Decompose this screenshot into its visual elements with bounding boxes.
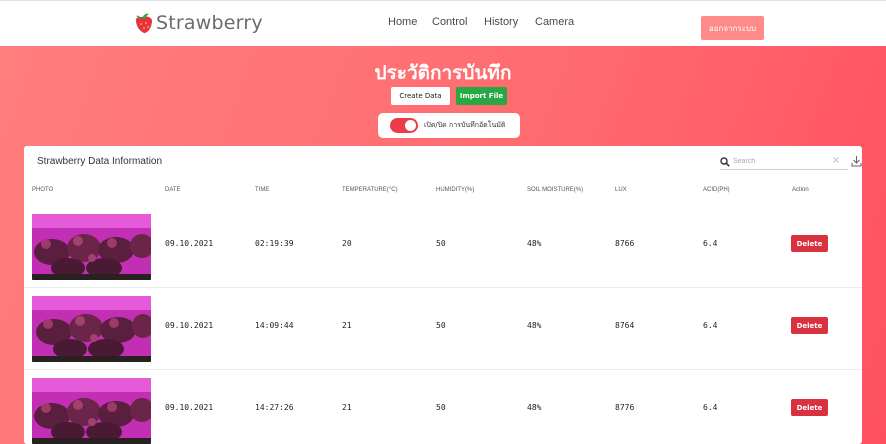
cell-soil-moisture: 48% — [527, 403, 542, 412]
col-header-photo: PHOTO — [32, 187, 54, 193]
cell-lux: 8764 — [615, 321, 635, 330]
cell-lux: 8776 — [615, 403, 635, 412]
import-file-button[interactable]: Import File — [456, 87, 507, 105]
delete-button[interactable]: Delete — [791, 317, 828, 334]
table-row: 09.10.2021 14:09:44 21 50 48% 8764 6.4 D… — [24, 288, 862, 370]
hero-section: ประวัติการบันทึก Create Data Import File… — [0, 46, 886, 444]
strawberry-logo-icon — [136, 13, 152, 33]
data-table-card: Strawberry Data Information × PHOTO DATE… — [24, 146, 862, 444]
cell-acid: 6.4 — [703, 403, 718, 412]
cell-temperature: 21 — [342, 403, 352, 412]
col-header-temperature: TEMPERATURE(°C) — [342, 187, 398, 193]
logout-button[interactable]: ออกจากระบบ — [701, 16, 764, 40]
cell-date: 09.10.2021 — [165, 239, 214, 248]
col-header-acid: ACID(pH) — [703, 187, 730, 193]
col-header-soil-moisture: SOIL MOISTURE(%) — [527, 187, 584, 193]
nav-history[interactable]: History — [484, 16, 518, 28]
cell-time: 14:09:44 — [255, 321, 294, 330]
table-row: 09.10.2021 14:27:26 21 50 48% 8776 6.4 D… — [24, 370, 862, 444]
top-navbar: Strawberry Home Control History Camera อ… — [0, 0, 886, 46]
cell-soil-moisture: 48% — [527, 321, 542, 330]
auto-record-toggle[interactable] — [390, 118, 418, 133]
brand[interactable]: Strawberry — [132, 9, 263, 37]
search-icon — [720, 156, 730, 167]
table-title: Strawberry Data Information — [37, 156, 163, 167]
cell-humidity: 50 — [436, 321, 446, 330]
col-header-date: DATE — [165, 187, 181, 193]
cell-acid: 6.4 — [703, 239, 718, 248]
cell-temperature: 20 — [342, 239, 352, 248]
nav-home[interactable]: Home — [388, 16, 417, 28]
table-row: 09.10.2021 02:19:39 20 50 48% 8766 6.4 D… — [24, 206, 862, 288]
cell-humidity: 50 — [436, 403, 446, 412]
search-box: × — [720, 154, 848, 170]
toggle-knob — [405, 120, 416, 131]
cell-soil-moisture: 48% — [527, 239, 542, 248]
cell-time: 02:19:39 — [255, 239, 294, 248]
delete-button[interactable]: Delete — [791, 399, 828, 416]
cell-humidity: 50 — [436, 239, 446, 248]
cell-temperature: 21 — [342, 321, 352, 330]
delete-button[interactable]: Delete — [791, 235, 828, 252]
col-header-lux: LUX — [615, 187, 627, 193]
cell-date: 09.10.2021 — [165, 403, 214, 412]
cell-time: 14:27:26 — [255, 403, 294, 412]
clear-icon[interactable]: × — [832, 155, 840, 166]
brand-name: Strawberry — [156, 12, 263, 34]
col-header-time: TIME — [255, 187, 270, 193]
strawberry-photo[interactable] — [32, 214, 151, 280]
nav-camera[interactable]: Camera — [535, 16, 574, 28]
cell-lux: 8766 — [615, 239, 635, 248]
auto-record-panel: เปิด/ปิด การบันทึกอัตโนมัติ — [378, 113, 520, 138]
nav-control[interactable]: Control — [432, 16, 467, 28]
auto-record-label: เปิด/ปิด การบันทึกอัตโนมัติ — [424, 121, 506, 129]
download-icon[interactable] — [851, 155, 862, 167]
page-title: ประวัติการบันทึก — [374, 62, 512, 84]
create-data-button[interactable]: Create Data — [391, 87, 450, 105]
strawberry-photo[interactable] — [32, 296, 151, 362]
strawberry-photo[interactable] — [32, 378, 151, 444]
cell-date: 09.10.2021 — [165, 321, 214, 330]
search-input[interactable] — [733, 158, 823, 165]
col-header-humidity: HUMIDITY(%) — [436, 187, 475, 193]
col-header-action: Action — [792, 187, 809, 193]
cell-acid: 6.4 — [703, 321, 718, 330]
